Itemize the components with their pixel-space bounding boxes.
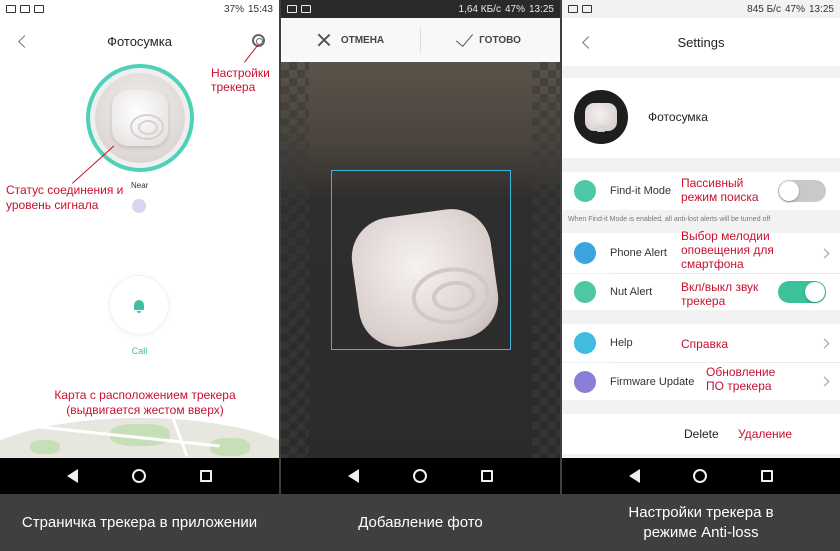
nav-recents-icon[interactable] — [481, 470, 493, 482]
page-title: Фотосумка — [107, 33, 172, 49]
status-bar: 37% 15:43 — [0, 0, 279, 18]
battery-level: 47% — [784, 3, 805, 15]
nav-recents-icon[interactable] — [200, 470, 212, 482]
settings-row-phone-alert[interactable]: Phone Alert Выбор мелодии оповещения для… — [562, 229, 840, 273]
help-icon — [574, 332, 596, 354]
annotation-nut-alert: Вкл/выкл звук трекера — [681, 280, 759, 308]
android-nav-bar — [281, 458, 560, 494]
android-nav-bar — [562, 458, 840, 494]
network-speed: 845 Б/с — [747, 3, 781, 15]
transparency-pattern — [281, 62, 309, 458]
cancel-button[interactable]: ОТМЕНА — [281, 33, 420, 47]
toggle-knob — [805, 282, 825, 302]
page-header: Settings — [562, 18, 840, 66]
row-label: Find-it Mode — [610, 185, 672, 197]
transparency-pattern — [532, 62, 560, 458]
notification-icon — [568, 5, 578, 13]
findit-note: When Find-it Mode is enabled, all anti-l… — [568, 216, 771, 223]
settings-row-nut-alert: Nut Alert Вкл/выкл звук трекера — [562, 274, 840, 310]
shield-icon — [574, 180, 596, 202]
delete-row: Delete Удаление — [562, 414, 840, 454]
findit-toggle[interactable] — [778, 180, 826, 202]
bell-icon — [134, 300, 144, 313]
chevron-right-icon — [819, 338, 830, 348]
clock: 13:25 — [808, 3, 834, 15]
annotation-leader — [72, 145, 115, 184]
nav-home-icon[interactable] — [413, 469, 427, 483]
delete-button[interactable]: Delete — [684, 427, 719, 441]
close-icon — [317, 33, 331, 47]
crop-toolbar: ОТМЕНА ГОТОВО — [281, 18, 560, 62]
page-title: Settings — [677, 34, 725, 50]
done-label: ГОТОВО — [479, 34, 521, 46]
caption: Страничка трекера в приложении — [0, 494, 279, 551]
map-park — [30, 440, 60, 454]
crop-frame[interactable] — [331, 170, 511, 350]
signal-icon — [132, 199, 146, 213]
status-bar: 1,64 КБ/с 47% 13:25 — [281, 0, 560, 18]
done-button[interactable]: ГОТОВО — [421, 28, 560, 48]
android-nav-bar — [0, 458, 279, 494]
proximity-label: Near — [131, 181, 149, 190]
chevron-right-icon — [819, 376, 830, 387]
avatar[interactable] — [574, 90, 628, 144]
clock: 15:43 — [247, 3, 273, 15]
clock: 13:25 — [528, 3, 554, 15]
device-name: Фотосумка — [648, 110, 708, 124]
settings-panel: 845 Б/с 47% 13:25 Settings Фотосумка Fin… — [562, 0, 840, 551]
check-icon — [456, 28, 474, 48]
image-icon — [582, 5, 592, 13]
download-icon — [574, 370, 596, 393]
row-label: Phone Alert — [610, 247, 667, 259]
page-header: Фотосумка — [0, 26, 279, 56]
network-speed: 1,64 КБ/с — [458, 3, 501, 15]
back-icon[interactable] — [18, 34, 31, 48]
annotation-findit: Пассивный режим поиска — [681, 176, 759, 204]
battery-level: 47% — [504, 3, 525, 15]
image-icon — [301, 5, 311, 13]
nav-back-icon[interactable] — [67, 469, 78, 483]
battery-level: 37% — [223, 3, 244, 15]
call-label: Call — [131, 346, 148, 356]
tracker-image — [112, 90, 168, 146]
annotation-help: Справка — [681, 337, 729, 351]
image-icon — [34, 5, 44, 13]
status-bar: 845 Б/с 47% 13:25 — [562, 0, 840, 18]
nav-home-icon[interactable] — [132, 469, 146, 483]
call-button[interactable] — [110, 276, 168, 334]
nav-back-icon[interactable] — [628, 469, 640, 483]
annotation-connection: Статус соединения и уровень сигнала — [6, 183, 124, 212]
nav-back-icon[interactable] — [348, 469, 359, 483]
device-profile[interactable]: Фотосумка — [562, 78, 840, 158]
annotation-settings: Настройки трекера — [211, 66, 270, 94]
nav-home-icon[interactable] — [693, 469, 708, 483]
back-icon[interactable] — [582, 35, 595, 49]
nut-alert-toggle[interactable] — [778, 281, 826, 303]
nav-recents-icon[interactable] — [761, 470, 774, 482]
notification-icon — [6, 5, 16, 13]
chevron-right-icon — [819, 248, 830, 258]
tracker-page-panel: 37% 15:43 Фотосумка Настройки трекера Ст… — [0, 0, 279, 551]
settings-row-help[interactable]: Help Справка — [562, 324, 840, 362]
settings-row-firmware[interactable]: Firmware Update Обновление ПО трекера — [562, 363, 840, 400]
row-label: Help — [610, 337, 633, 349]
caption: Настройки трекера в режиме Anti-loss — [562, 494, 840, 551]
annotation-map: Карта с расположением трекера (выдвигает… — [54, 388, 236, 417]
row-label: Nut Alert — [610, 286, 653, 298]
caption: Добавление фото — [281, 494, 560, 551]
settings-row-findit: Find-it Mode Пассивный режим поиска — [562, 172, 840, 210]
toggle-knob — [779, 181, 799, 201]
annotation-firmware: Обновление ПО трекера — [706, 365, 776, 393]
row-label: Firmware Update — [610, 375, 695, 388]
phone-icon — [574, 242, 596, 264]
annotation-delete: Удаление — [738, 427, 793, 441]
notification-icon — [287, 5, 297, 13]
nut-icon — [574, 281, 596, 303]
add-photo-panel: 1,64 КБ/с 47% 13:25 ОТМЕНА ГОТОВО Добавл… — [281, 0, 560, 551]
cancel-label: ОТМЕНА — [340, 34, 385, 46]
camera-icon — [597, 126, 605, 132]
image-icon — [20, 5, 30, 13]
annotation-phone-alert: Выбор мелодии оповещения для смартфона — [681, 229, 774, 271]
